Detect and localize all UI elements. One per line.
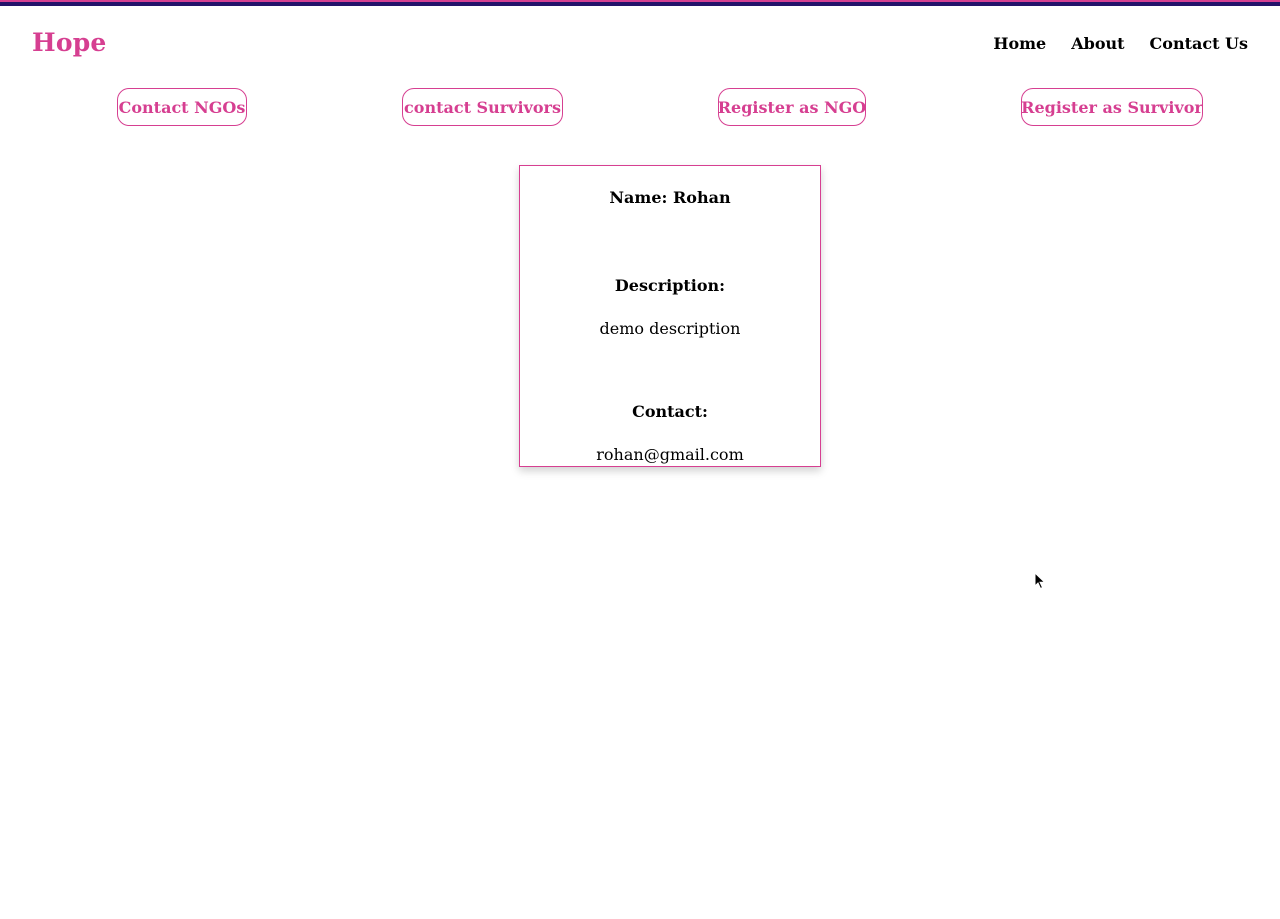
card-contact-label: Contact: <box>632 402 708 421</box>
nav-link-home[interactable]: Home <box>993 34 1046 53</box>
register-as-survivor-button[interactable]: Register as Survivor <box>1021 88 1203 126</box>
nav-link-about[interactable]: About <box>1071 34 1124 53</box>
action-buttons-row: Contact NGOs contact Survivors Register … <box>0 88 1280 128</box>
navbar: Hope Home About Contact Us <box>0 6 1280 76</box>
profile-card: Name: Rohan Description: demo descriptio… <box>519 165 821 467</box>
mouse-pointer-icon <box>1034 572 1046 590</box>
nav-links: Home About Contact Us <box>993 34 1248 53</box>
card-contact-value: rohan@gmail.com <box>596 445 744 464</box>
contact-survivors-button[interactable]: contact Survivors <box>402 88 563 126</box>
register-as-ngo-button[interactable]: Register as NGO <box>718 88 866 126</box>
contact-ngos-button[interactable]: Contact NGOs <box>117 88 247 126</box>
brand-logo[interactable]: Hope <box>32 28 106 57</box>
card-name: Name: Rohan <box>609 188 731 207</box>
card-description-label: Description: <box>614 276 726 295</box>
card-description-value: demo description <box>599 319 741 338</box>
nav-link-contact-us[interactable]: Contact Us <box>1150 34 1248 53</box>
